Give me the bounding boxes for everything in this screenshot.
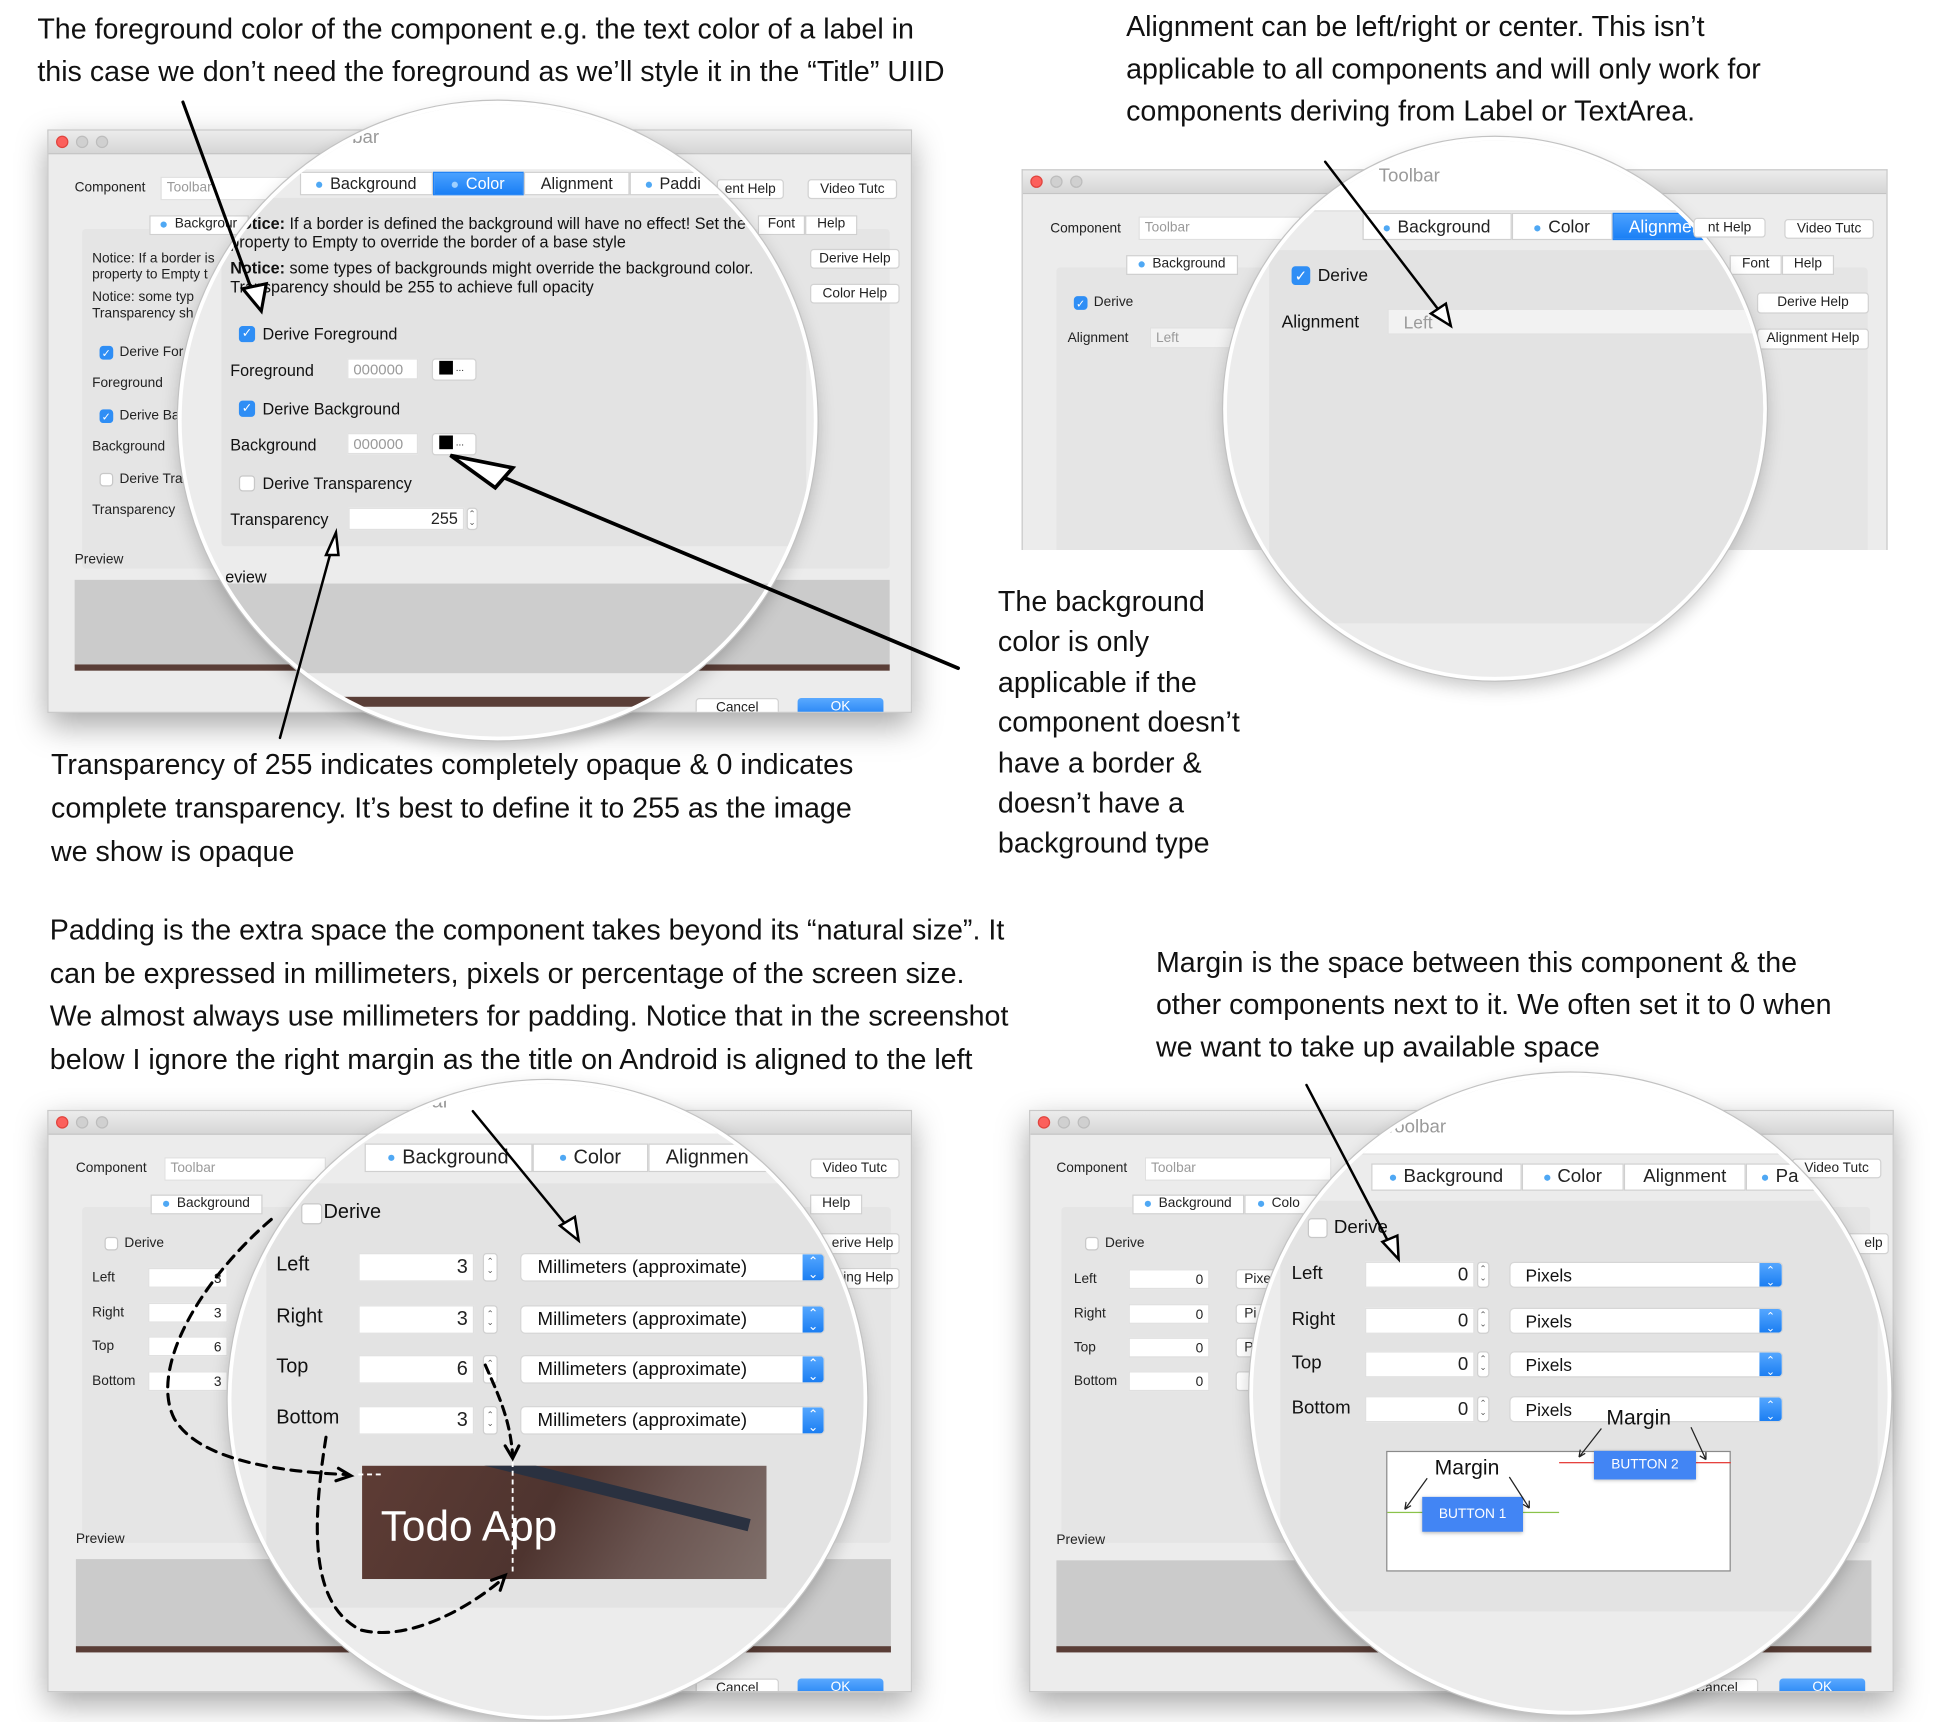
arrowhead-icon xyxy=(449,453,517,491)
arrow-to-transparency xyxy=(278,536,336,740)
element-help-button[interactable]: nt Help xyxy=(1693,217,1766,238)
arrow-to-alignment-field xyxy=(1323,160,1449,323)
arrow-to-margin-left xyxy=(1305,1083,1397,1256)
dashed-arrow-bottom-padding xyxy=(315,1435,506,1635)
annotation-arrows xyxy=(166,100,1453,1635)
arrow-to-background-color xyxy=(461,458,960,671)
arrow-to-derive-foreground xyxy=(181,100,260,308)
arrowhead-icon xyxy=(1428,301,1453,329)
dashed-arrow-top-padding xyxy=(483,1363,515,1458)
arrowhead-icon xyxy=(324,527,340,557)
arrowhead-icon xyxy=(1380,1233,1401,1263)
arrow-to-padding-units xyxy=(471,1109,577,1237)
arrowhead-icon xyxy=(239,281,269,315)
dashed-arrow-left-padding xyxy=(166,1217,348,1477)
tutorial-composite: The foreground color of the component e.… xyxy=(0,0,1941,1722)
